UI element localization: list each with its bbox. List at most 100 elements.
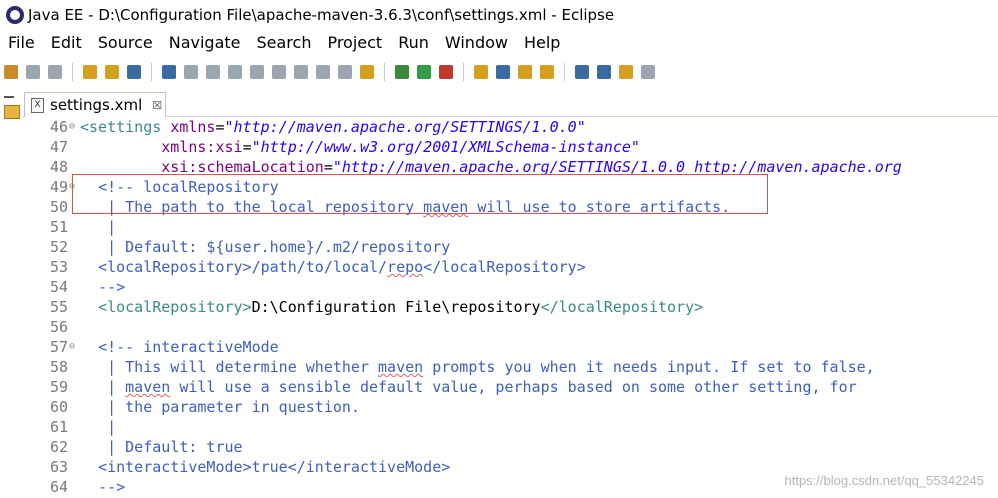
run-icon[interactable] [417, 65, 431, 79]
disconnect-icon[interactable] [250, 65, 264, 79]
line-number: 59 [49, 378, 68, 396]
title-bar: Java EE - D:\Configuration File\apache-m… [0, 0, 998, 30]
new-java-project-icon[interactable] [474, 65, 488, 79]
eclipse-icon [6, 6, 24, 24]
code-line[interactable]: 53 <localRepository>/path/to/local/repo<… [22, 257, 998, 277]
code-token: | [80, 418, 117, 436]
search-icon[interactable] [540, 65, 554, 79]
code-token: = [242, 138, 252, 156]
code-line[interactable]: 51 | [22, 217, 998, 237]
step-into-icon[interactable] [272, 65, 286, 79]
code-token: <!-- interactiveMode [98, 338, 279, 356]
code-token: maven [125, 378, 171, 396]
back-icon[interactable] [619, 65, 633, 79]
open-task-icon[interactable] [518, 65, 532, 79]
package-explorer-icon[interactable] [4, 105, 20, 119]
close-tab-icon[interactable]: ☒ [152, 99, 162, 112]
forward-icon[interactable] [641, 65, 655, 79]
line-number: 61 [49, 418, 68, 436]
code-token: </localRepository> [423, 258, 586, 276]
code-text: --> [80, 277, 125, 297]
code-line[interactable]: 46 ⊖ <settings xmlns="http://maven.apache.… [22, 117, 998, 137]
browser-icon[interactable] [575, 65, 589, 79]
menu-edit[interactable]: Edit [43, 33, 90, 52]
skip-breakpoints-icon[interactable] [162, 65, 176, 79]
console-icon[interactable] [127, 65, 141, 79]
code-line[interactable]: 55 <localRepository>D:\Configuration Fil… [22, 297, 998, 317]
code-token: | [80, 378, 126, 396]
watermark: https://blog.csdn.net/qq_55342245 [784, 473, 985, 488]
code-text: | [80, 417, 116, 437]
window-title: Java EE - D:\Configuration File\apache-m… [28, 6, 615, 24]
code-text: <localRepository>/path/to/local/repo</lo… [80, 257, 586, 277]
tab-settings-xml[interactable]: X settings.xml ☒ [24, 92, 166, 117]
code-line[interactable]: 61 | [22, 417, 998, 437]
save-icon[interactable] [26, 65, 40, 79]
code-text: | maven will use a sensible default valu… [80, 377, 857, 397]
code-line[interactable]: 47 xmlns:xsi="http://www.w3.org/2001/XML… [22, 137, 998, 157]
menu-help[interactable]: Help [516, 33, 568, 52]
open-type-icon[interactable] [83, 65, 97, 79]
code-token: | Default: true [80, 438, 243, 456]
menu-search[interactable]: Search [248, 33, 319, 52]
code-token: --> [80, 278, 126, 296]
open-resource-icon[interactable] [105, 65, 119, 79]
code-text: | This will determine whether maven prom… [80, 357, 875, 377]
code-token: repo [387, 258, 424, 276]
drop-to-frame-icon[interactable] [338, 65, 352, 79]
new-class-icon[interactable] [496, 65, 510, 79]
menu-navigate[interactable]: Navigate [161, 33, 249, 52]
menu-run[interactable]: Run [390, 33, 437, 52]
restore-icon[interactable] [4, 96, 14, 101]
line-number: 50 [49, 198, 68, 216]
code-token: | Default: ${user.home}/.m2/repository [80, 238, 451, 256]
debug-icon[interactable] [395, 65, 409, 79]
menu-source[interactable]: Source [90, 33, 161, 52]
code-token: will use a sensible default value, perha… [170, 378, 857, 396]
xml-file-icon: X [31, 97, 44, 113]
fold-toggle-icon[interactable]: ⊖ [69, 117, 79, 137]
line-number: 57 [49, 338, 68, 356]
code-token: --> [80, 478, 126, 496]
code-token: = [215, 118, 225, 136]
line-number: 56 [49, 318, 68, 336]
code-line[interactable]: 57 ⊖ <!-- interactiveMode [22, 337, 998, 357]
line-number: 49 [49, 178, 68, 196]
code-line[interactable]: 56 [22, 317, 998, 337]
code-line[interactable]: 62 | Default: true [22, 437, 998, 457]
code-token: <localRepository>/path/to/local/ [80, 258, 388, 276]
code-text: | [80, 217, 116, 237]
step-over-icon[interactable] [294, 65, 308, 79]
save-all-icon[interactable] [48, 65, 62, 79]
code-text: | Default: true [80, 437, 243, 457]
line-number: 58 [49, 358, 68, 376]
code-line[interactable]: 58 | This will determine whether maven p… [22, 357, 998, 377]
line-number: 51 [49, 218, 68, 236]
line-number: 55 [49, 298, 68, 316]
new-wizard-icon[interactable] [4, 65, 18, 79]
terminate-icon[interactable] [228, 65, 242, 79]
step-return-icon[interactable] [316, 65, 330, 79]
menu-window[interactable]: Window [437, 33, 516, 52]
suspend-icon[interactable] [206, 65, 220, 79]
code-token: </localRepository> [540, 298, 704, 316]
code-line[interactable]: 54 --> [22, 277, 998, 297]
code-token: xmlns:xsi [161, 138, 243, 156]
code-line[interactable]: 60 | the parameter in question. [22, 397, 998, 417]
external-tools-icon[interactable] [439, 65, 453, 79]
toolbar-separator [72, 63, 73, 81]
resume-icon[interactable] [184, 65, 198, 79]
code-line[interactable]: 52 | Default: ${user.home}/.m2/repositor… [22, 237, 998, 257]
menu-file[interactable]: File [0, 33, 43, 52]
menu-project[interactable]: Project [319, 33, 390, 52]
code-token: D:\Configuration File\repository [251, 298, 541, 316]
code-line[interactable]: 59 | maven will use a sensible default v… [22, 377, 998, 397]
tab-label: settings.xml [50, 96, 143, 114]
editor-tab-bar: X settings.xml ☒ [22, 92, 998, 117]
use-step-filters-icon[interactable] [360, 65, 374, 79]
fold-toggle-icon[interactable]: ⊖ [69, 337, 79, 357]
next-annotation-icon[interactable] [597, 65, 611, 79]
code-token: | This will determine whether [80, 358, 379, 376]
line-number: 54 [49, 278, 68, 296]
